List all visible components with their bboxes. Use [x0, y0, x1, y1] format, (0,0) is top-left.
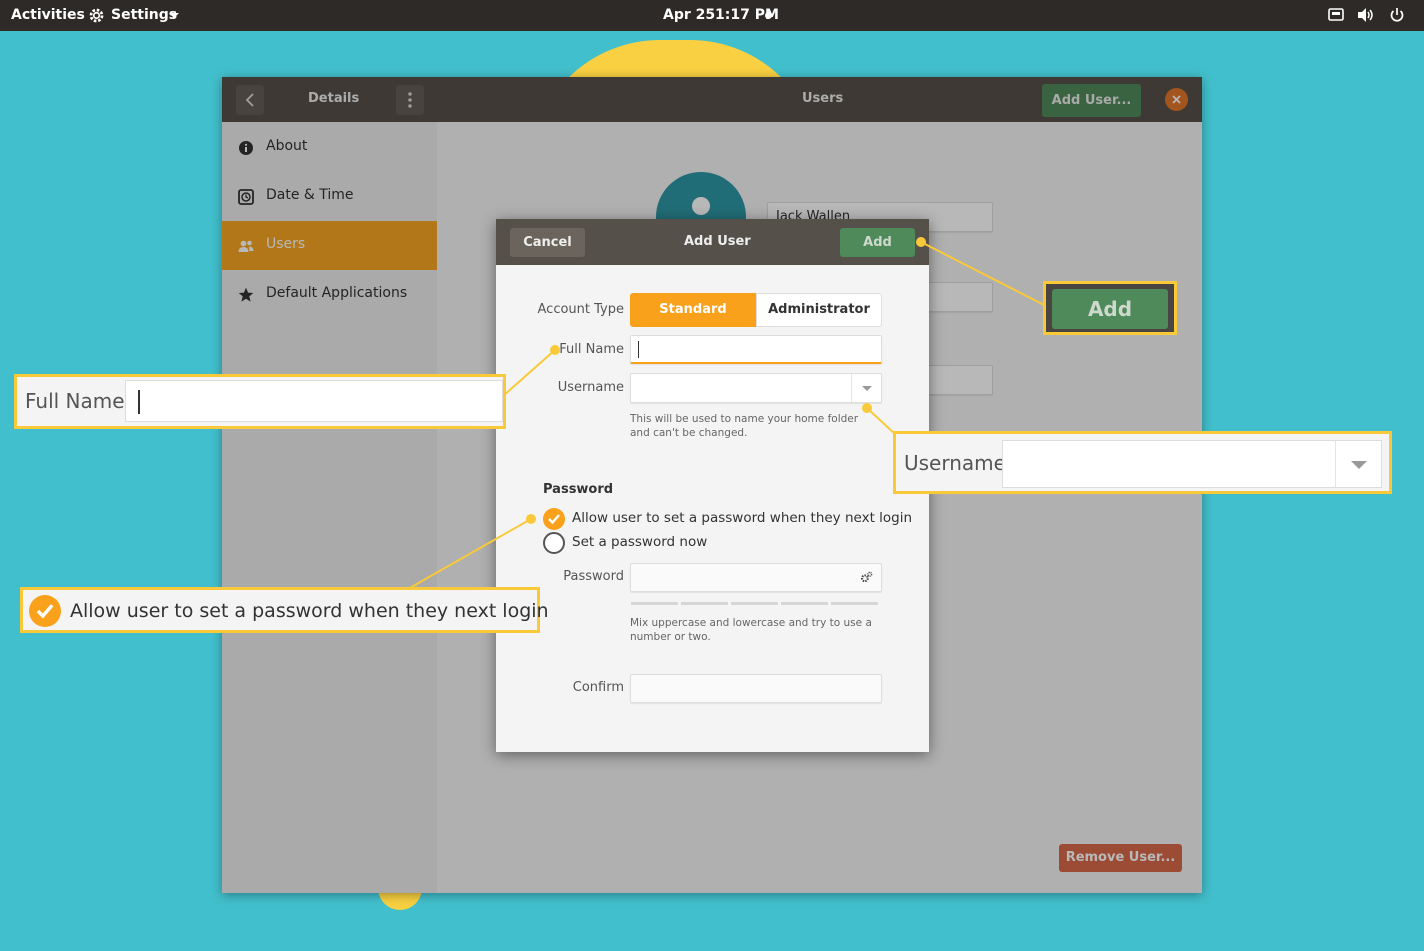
strength-segment — [781, 602, 828, 605]
account-type-label: Account Type — [537, 302, 624, 317]
username-combo[interactable] — [630, 373, 882, 403]
callout-check-radio — [29, 595, 61, 627]
callout-full-name-field — [125, 380, 503, 422]
confirm-label: Confirm — [572, 680, 624, 695]
strength-segment — [631, 602, 678, 605]
full-name-label: Full Name — [559, 342, 624, 357]
add-button[interactable]: Add — [840, 228, 915, 257]
callout-next-login: Allow user to set a password when they n… — [20, 587, 549, 633]
username-hint: This will be used to name your home fold… — [630, 413, 859, 439]
callout-dot — [862, 403, 872, 413]
password-heading: Password — [543, 482, 614, 497]
callout-full-name-label: Full Name — [25, 389, 125, 413]
callout-username: Username — [893, 431, 1392, 494]
activities-button[interactable]: Activities — [11, 7, 85, 23]
strength-segment — [831, 602, 878, 605]
username-label: Username — [557, 380, 624, 395]
cancel-button[interactable]: Cancel — [510, 228, 585, 257]
checkmark-icon — [548, 514, 560, 525]
chevron-down-icon — [1351, 461, 1367, 469]
generate-password-icon[interactable] — [860, 571, 873, 584]
next-login-option-label[interactable]: Allow user to set a password when they n… — [572, 510, 912, 526]
callout-username-label: Username — [904, 451, 1006, 475]
next-login-radio[interactable] — [543, 508, 565, 530]
callout-dot — [526, 514, 536, 524]
add-user-dialog: Cancel Add User Add Account Type Standar… — [496, 219, 929, 752]
network-icon[interactable] — [1328, 8, 1344, 22]
dialog-title: Add User — [684, 234, 751, 249]
chevron-down-icon — [169, 13, 179, 18]
power-icon[interactable] — [1389, 7, 1405, 23]
callout-username-field — [1002, 440, 1382, 488]
checkmark-icon — [36, 604, 54, 619]
callout-dot — [550, 345, 560, 355]
username-dropdown-button[interactable] — [851, 374, 881, 402]
volume-icon[interactable] — [1357, 7, 1375, 23]
dialog-header: Cancel Add User Add — [496, 219, 929, 265]
full-name-input[interactable] — [630, 335, 882, 364]
notification-dot-icon — [765, 12, 772, 19]
callout-dropdown — [1335, 441, 1381, 487]
account-type-administrator[interactable]: Administrator — [756, 293, 882, 327]
confirm-input[interactable] — [630, 674, 882, 703]
password-input[interactable] — [630, 563, 882, 592]
chevron-down-icon — [862, 386, 872, 391]
callout-add: Add — [1043, 281, 1177, 335]
callout-add-button: Add — [1052, 289, 1168, 329]
callout-full-name: Full Name — [14, 374, 506, 429]
set-now-radio[interactable] — [543, 532, 565, 554]
strength-segment — [731, 602, 778, 605]
clock-date[interactable]: Apr 25 — [663, 7, 715, 23]
text-cursor — [638, 341, 639, 358]
password-hint: Mix uppercase and lowercase and try to u… — [630, 617, 872, 643]
account-type-standard[interactable]: Standard — [630, 293, 756, 327]
app-menu-button[interactable]: Settings — [111, 7, 177, 23]
callout-next-login-label: Allow user to set a password when they n… — [70, 600, 549, 622]
text-cursor — [138, 390, 140, 414]
password-label: Password — [563, 569, 624, 584]
top-bar: Activities Settings Apr 25 1:17 PM — [0, 0, 1424, 31]
gear-icon — [88, 7, 105, 24]
callout-dot — [916, 237, 926, 247]
strength-segment — [681, 602, 728, 605]
set-now-option-label[interactable]: Set a password now — [572, 534, 707, 550]
